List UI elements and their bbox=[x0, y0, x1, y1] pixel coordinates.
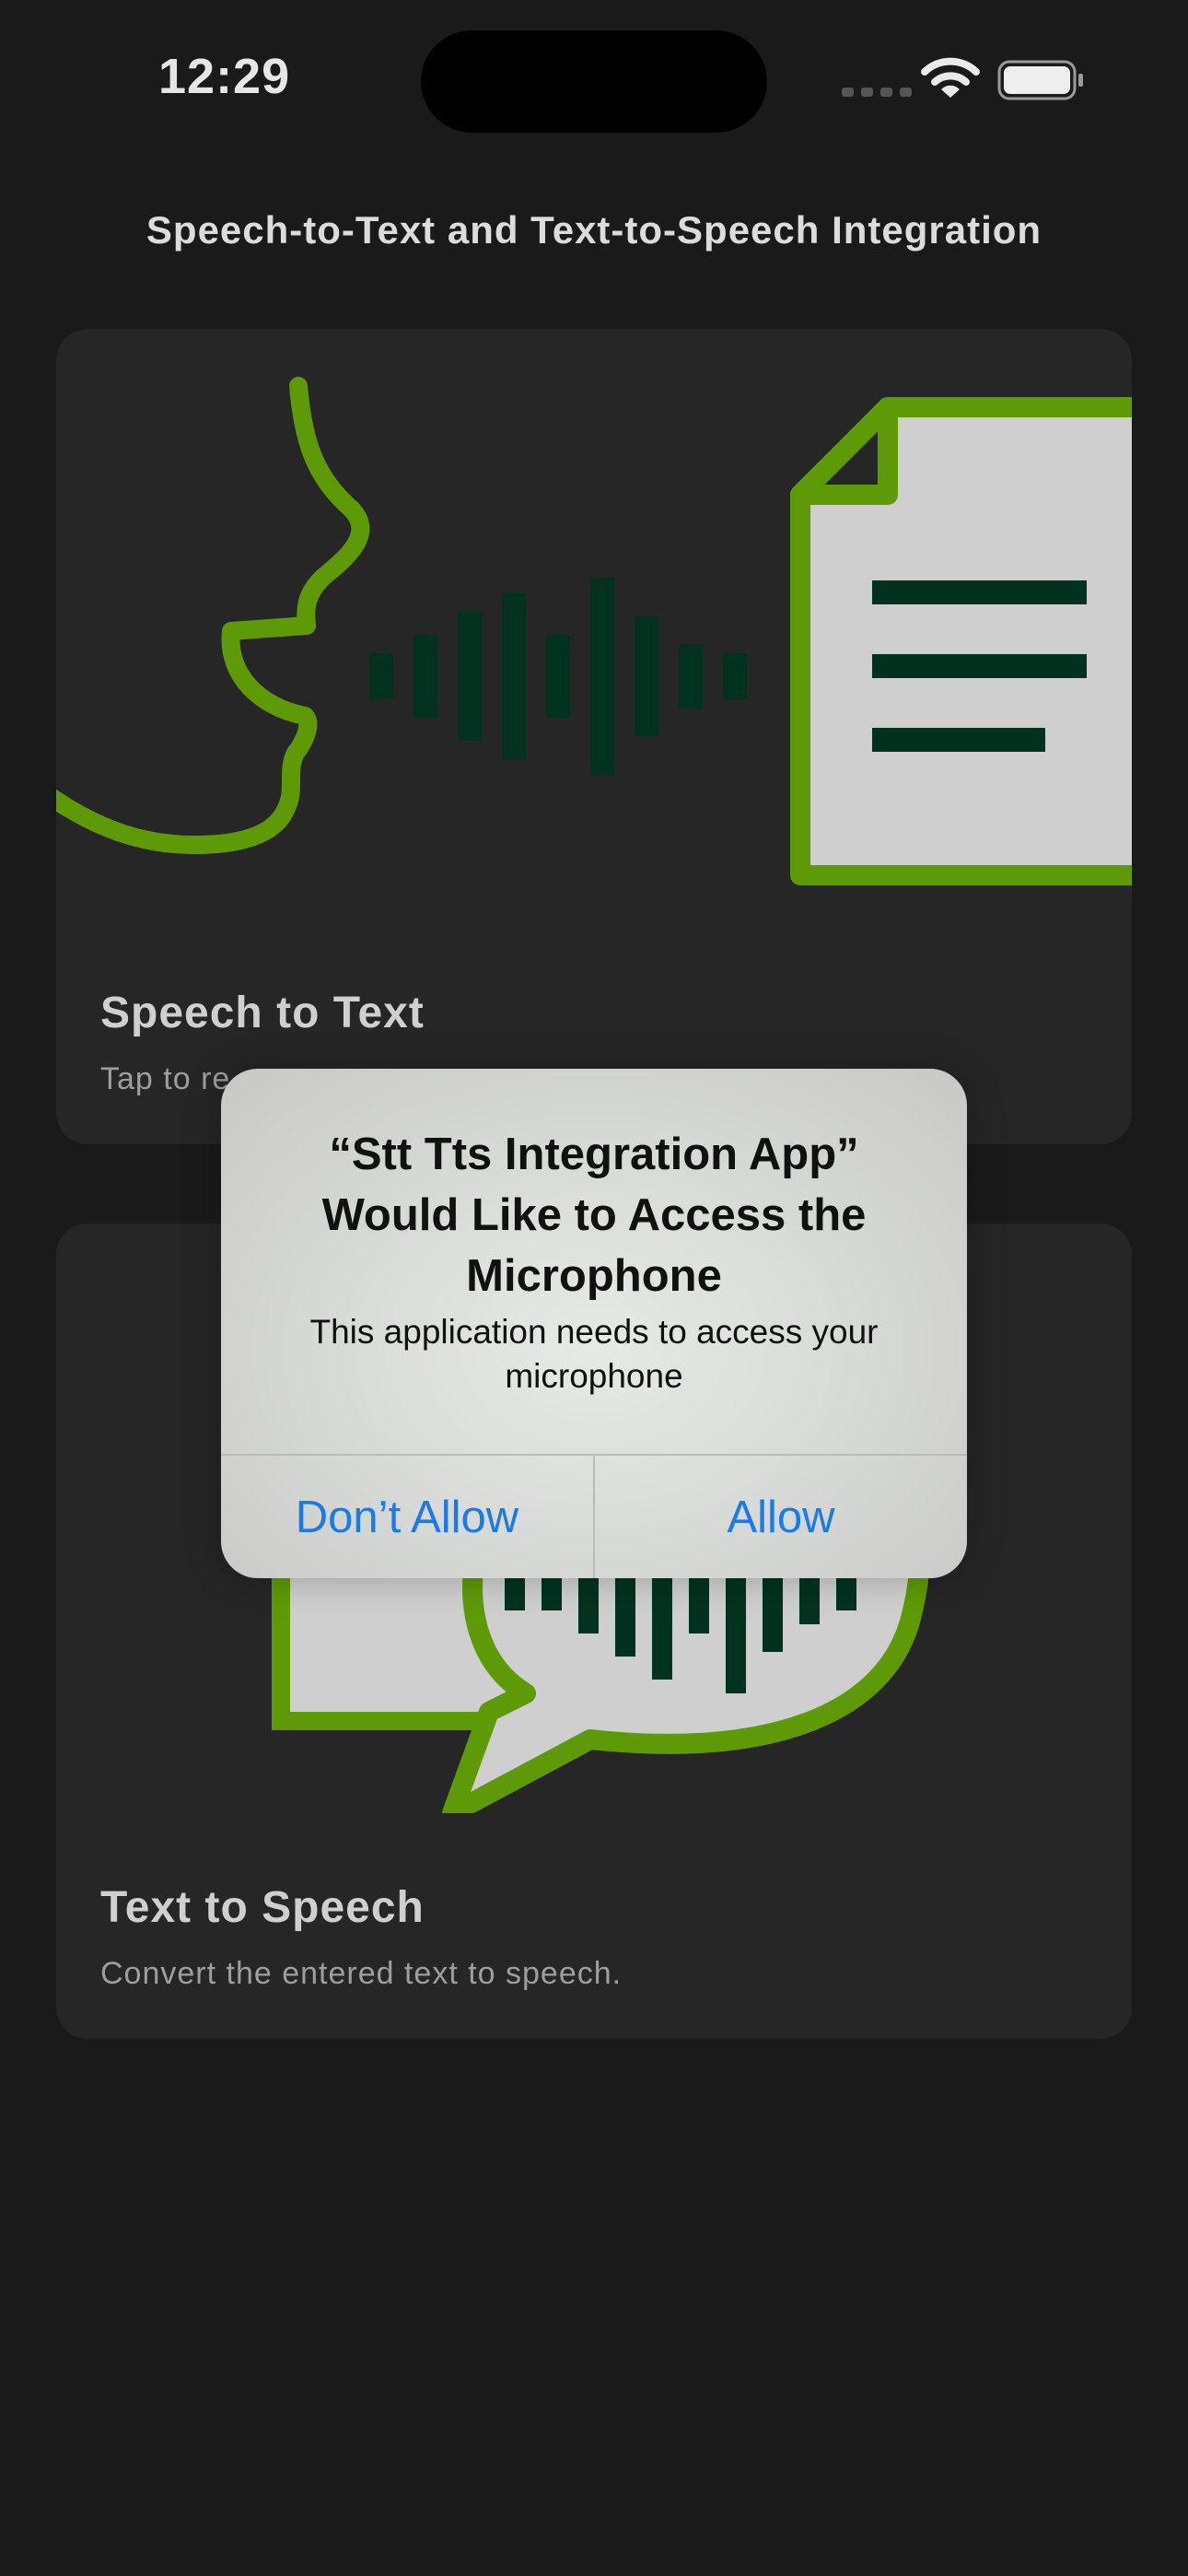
battery-icon bbox=[997, 60, 1083, 100]
dont-allow-button[interactable]: Don’t Allow bbox=[221, 1456, 593, 1578]
alert-message: This application needs to access your mi… bbox=[309, 1313, 879, 1395]
signal-icon bbox=[842, 88, 912, 97]
speech-to-text-title: Speech to Text bbox=[100, 989, 425, 1037]
status-time: 12:29 bbox=[158, 49, 291, 104]
speech-to-text-card[interactable]: Speech to Text Tap to re bbox=[56, 329, 1132, 1144]
allow-button[interactable]: Allow bbox=[595, 1456, 967, 1578]
page-title: Speech-to-Text and Text-to-Speech Integr… bbox=[146, 208, 1042, 252]
microphone-permission-alert: “Stt Tts Integration App” Would Like to … bbox=[221, 1069, 967, 1578]
alert-title: “Stt Tts Integration App” Would Like to … bbox=[321, 1130, 867, 1301]
text-to-speech-title: Text to Speech bbox=[100, 1883, 425, 1932]
text-to-speech-subtitle: Convert the entered text to speech. bbox=[100, 1956, 623, 1991]
app-screen: 12:29 Speech-to-Text and Text-to-Speech … bbox=[0, 0, 1188, 2576]
wifi-icon bbox=[921, 57, 980, 98]
dynamic-island bbox=[421, 30, 767, 133]
speaking-face-to-document-icon bbox=[56, 377, 1132, 885]
speech-to-text-subtitle: Tap to re bbox=[100, 1061, 231, 1096]
